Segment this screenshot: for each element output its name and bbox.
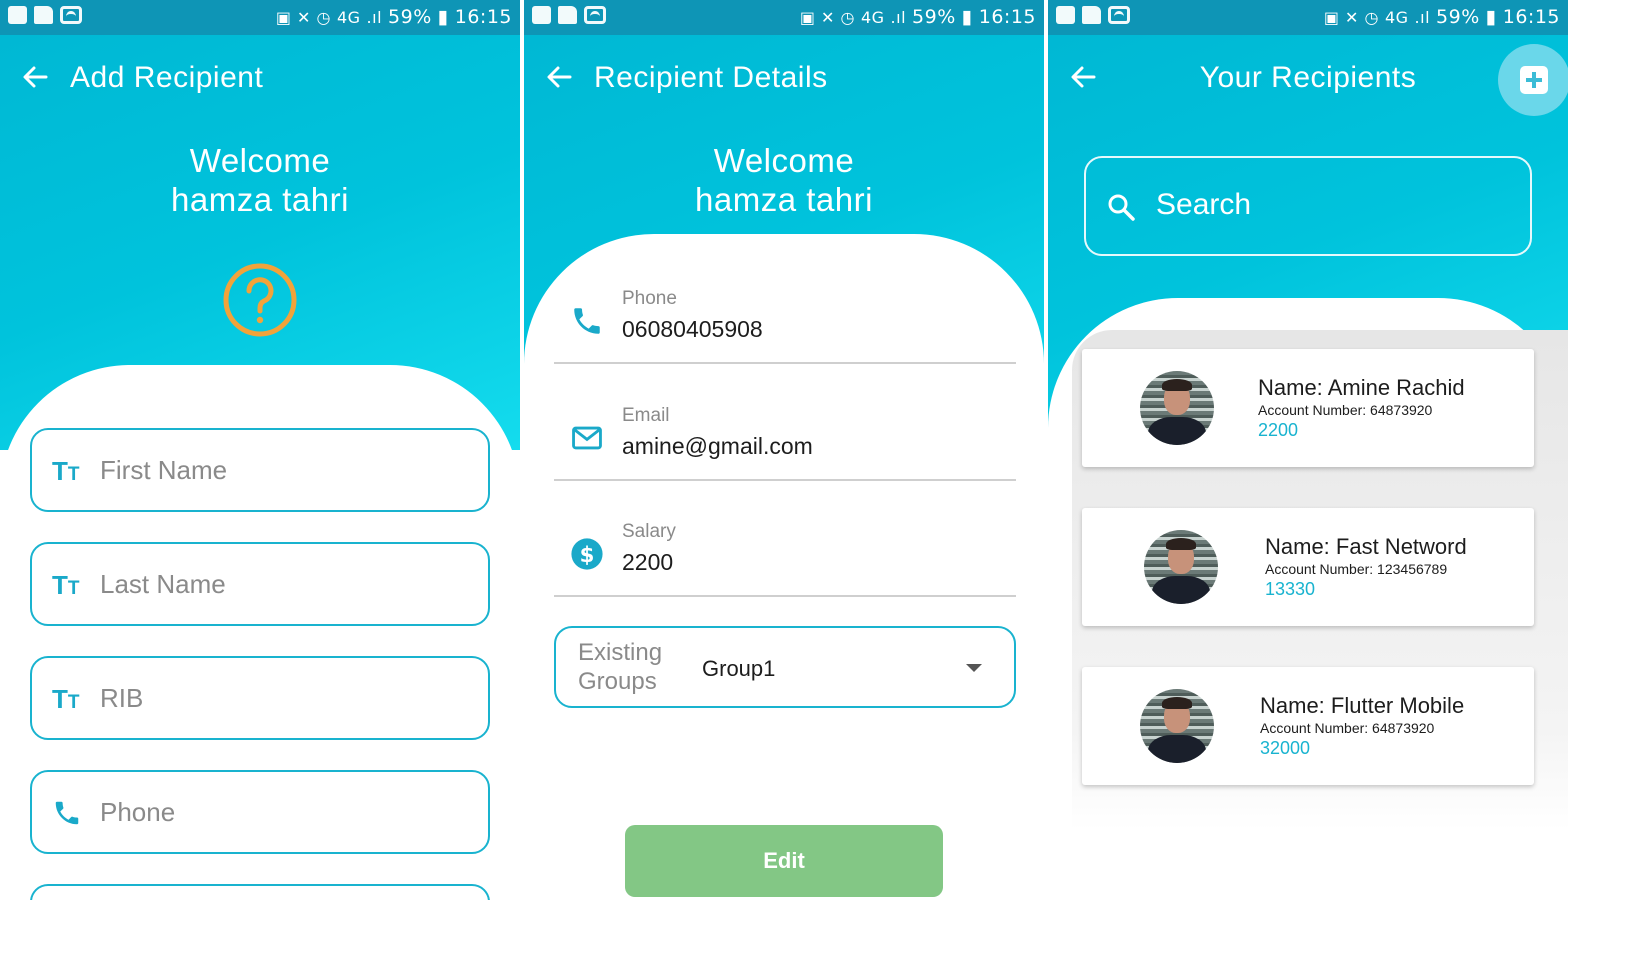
- recipient-details-screen: ▣ ✕ ◷ 4G .ıl 59% ▮ 16:15 Recipient Detai…: [524, 0, 1044, 900]
- recipient-card[interactable]: Name: Amine Rachid Account Number: 64873…: [1082, 349, 1534, 467]
- dropdown-selected-value: Group1: [702, 656, 776, 681]
- search-placeholder: Search: [1156, 188, 1252, 221]
- back-arrow-icon[interactable]: [544, 62, 574, 92]
- clock: 16:15: [1502, 6, 1560, 28]
- recipient-name: Name: Fast Netword: [1265, 534, 1467, 559]
- welcome-user-name: hamza tahri: [171, 181, 349, 218]
- dropdown-arrow-icon[interactable]: [966, 664, 982, 672]
- recipient-card[interactable]: Name: Fast Netword Account Number: 12345…: [1082, 508, 1534, 626]
- battery-icon: ▮: [961, 6, 973, 28]
- status-icons: ▣ ✕ ◷: [1323, 7, 1379, 27]
- add-recipient-screen: ▣ ✕ ◷ 4G .ıl 59% ▮ 16:15 Add Recipient W…: [0, 0, 520, 900]
- welcome-user-name: hamza tahri: [695, 181, 873, 218]
- last-name-placeholder: Last Name: [100, 569, 226, 599]
- battery-icon: ▮: [1485, 6, 1497, 28]
- signal-icon: .ıl: [890, 7, 907, 27]
- phone-label: Phone: [622, 288, 677, 309]
- help-circle-icon: [223, 263, 297, 337]
- email-row: Email amine@gmail.com: [554, 381, 1016, 481]
- recipient-name: Name: Amine Rachid: [1258, 375, 1465, 400]
- recipient-account: Account Number: 123456789: [1265, 561, 1448, 577]
- avatar: [1144, 530, 1218, 604]
- page-title: Your Recipients: [1199, 61, 1417, 94]
- recipient-amount: 13330: [1265, 579, 1316, 599]
- salary-label: Salary: [622, 521, 676, 542]
- phone-placeholder: Phone: [100, 797, 176, 827]
- existing-groups-dropdown[interactable]: Existing Groups Group1: [554, 626, 1016, 708]
- search-icon: [1108, 194, 1135, 221]
- status-bar: ▣ ✕ ◷ 4G .ıl 59% ▮ 16:15: [1048, 0, 1568, 35]
- network-label: 4G: [1384, 7, 1409, 27]
- phone-row: Phone 06080405908: [554, 264, 1016, 364]
- dropdown-label: Existing Groups: [578, 639, 663, 695]
- wifi-icon: [1108, 6, 1130, 24]
- salary-value: 2200: [622, 549, 674, 575]
- email-icon: [572, 426, 602, 450]
- text-fields-icon: TT: [52, 684, 80, 714]
- add-box-icon: [1520, 66, 1548, 94]
- dollar-icon: $: [571, 538, 603, 570]
- last-name-field[interactable]: TT Last Name: [30, 542, 490, 626]
- text-fields-icon: TT: [52, 570, 80, 600]
- svg-text:$: $: [580, 543, 595, 568]
- wifi-icon: [60, 6, 82, 24]
- avatar: [1140, 689, 1214, 763]
- battery-percent: 59%: [1436, 6, 1480, 28]
- edit-button[interactable]: Edit: [625, 825, 943, 897]
- first-name-field[interactable]: TT First Name: [30, 428, 490, 512]
- folder-icon: [558, 6, 577, 24]
- first-name-placeholder: First Name: [100, 455, 228, 485]
- recipient-name: Name: Flutter Mobile: [1260, 693, 1465, 718]
- avatar: [1140, 371, 1214, 445]
- add-recipient-button[interactable]: [1498, 44, 1568, 116]
- next-field[interactable]: [30, 884, 490, 900]
- network-label: 4G: [860, 7, 885, 27]
- battery-percent: 59%: [388, 6, 432, 28]
- rib-field[interactable]: TT RIB: [30, 656, 490, 740]
- wifi-icon: [584, 6, 606, 24]
- gallery-icon: [8, 6, 27, 24]
- folder-icon: [34, 6, 53, 24]
- page-title: Add Recipient: [70, 61, 264, 94]
- welcome-line-1: Welcome: [713, 142, 855, 179]
- signal-icon: .ıl: [366, 7, 383, 27]
- status-bar: ▣ ✕ ◷ 4G .ıl 59% ▮ 16:15: [0, 0, 520, 35]
- phone-field[interactable]: Phone: [30, 770, 490, 854]
- status-icons: ▣ ✕ ◷: [799, 7, 855, 27]
- text-fields-icon: TT: [52, 456, 80, 486]
- signal-icon: .ıl: [1414, 7, 1431, 27]
- phone-icon: [574, 308, 600, 334]
- clock: 16:15: [978, 6, 1036, 28]
- phone-value: 06080405908: [622, 316, 763, 342]
- page-title: Recipient Details: [594, 61, 828, 94]
- folder-icon: [1082, 6, 1101, 24]
- recipient-account: Account Number: 64873920: [1258, 402, 1433, 418]
- rib-placeholder: RIB: [100, 683, 144, 713]
- phone-icon: [55, 801, 79, 825]
- battery-percent: 59%: [912, 6, 956, 28]
- gallery-icon: [1056, 6, 1075, 24]
- network-label: 4G: [336, 7, 361, 27]
- your-recipients-screen: ▣ ✕ ◷ 4G .ıl 59% ▮ 16:15 Your Recipients…: [1048, 0, 1568, 900]
- clock: 16:15: [454, 6, 512, 28]
- back-arrow-icon[interactable]: [20, 62, 50, 92]
- recipient-card[interactable]: Name: Flutter Mobile Account Number: 648…: [1082, 667, 1534, 785]
- battery-icon: ▮: [437, 6, 449, 28]
- email-value: amine@gmail.com: [622, 433, 813, 459]
- status-bar: ▣ ✕ ◷ 4G .ıl 59% ▮ 16:15: [524, 0, 1044, 35]
- recipient-amount: 32000: [1260, 738, 1311, 758]
- recipient-account: Account Number: 64873920: [1260, 720, 1435, 736]
- welcome-line-1: Welcome: [189, 142, 331, 179]
- recipient-amount: 2200: [1258, 420, 1299, 440]
- gallery-icon: [532, 6, 551, 24]
- salary-row: $ Salary 2200: [554, 497, 1016, 597]
- search-input[interactable]: Search: [1084, 156, 1532, 256]
- email-label: Email: [622, 405, 670, 426]
- status-icons: ▣ ✕ ◷: [275, 7, 331, 27]
